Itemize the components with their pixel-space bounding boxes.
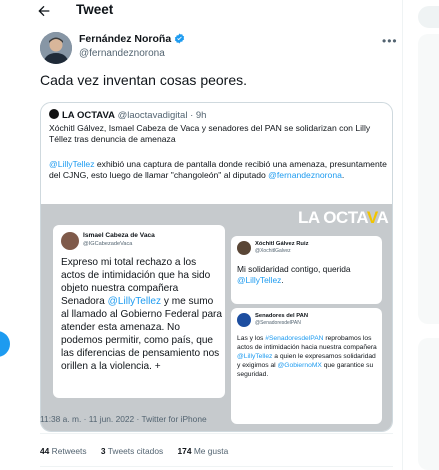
- stat-label: Tweets citados: [107, 446, 164, 456]
- stat-quotes[interactable]: 3 Tweets citados: [101, 446, 163, 456]
- card-author-name: Ismael Cabeza de Vaca: [83, 232, 155, 239]
- card-author-handle: @IGCabezadeVaca: [83, 241, 133, 247]
- quoted-text: Xóchitl Gálvez, Ismael Cabeza de Vaca y …: [49, 123, 371, 145]
- author-handle[interactable]: @fernandeznorona: [79, 48, 165, 59]
- card-mention: @GobiernoMX: [277, 361, 322, 369]
- compose-button[interactable]: [0, 331, 10, 357]
- verified-badge-icon: [175, 33, 185, 44]
- sidebar-panel: F: [418, 34, 439, 324]
- divider: [40, 433, 393, 434]
- screenshot-card-senadores: Senadores del PAN @SenadoresdelPAN Las y…: [231, 308, 382, 424]
- author-avatar[interactable]: [40, 32, 72, 64]
- more-options-icon[interactable]: •••: [382, 34, 398, 48]
- author-name[interactable]: Fernández Noroña: [79, 33, 185, 45]
- quoted-image[interactable]: LA OCTAVA Ismael Cabeza de Vaca @IGCabez…: [41, 204, 392, 431]
- logo-part: LA OCTA: [298, 208, 367, 227]
- card-author-handle: @XochitlGalvez: [255, 248, 291, 254]
- divider: [40, 466, 393, 467]
- stat-count: 44: [40, 446, 50, 456]
- screenshot-card-xochitl: Xóchitl Gálvez Ruiz @XochitlGalvez Mi so…: [231, 236, 382, 304]
- card-author-name: Senadores del PAN: [255, 313, 309, 319]
- card-author-name: Xóchitl Gálvez Ruiz: [255, 241, 309, 247]
- card-avatar: [237, 241, 251, 255]
- la-octava-logo: LA OCTAVA: [298, 208, 389, 228]
- tweet-text: Cada vez inventan cosas peores.: [40, 72, 248, 88]
- quoted-text-2: @LillyTellez exhibió una captura de pant…: [49, 159, 389, 182]
- card-mention: @LillyTellez: [237, 275, 282, 285]
- card-text: Expreso mi total rechazo a los actos de …: [61, 256, 223, 373]
- card-text: Mi solidaridad contigo, querida @LillyTe…: [237, 264, 379, 286]
- search-box[interactable]: [418, 6, 439, 28]
- mention-link[interactable]: @LillyTellez: [49, 159, 95, 169]
- stat-count: 174: [177, 446, 192, 456]
- stat-retweets[interactable]: 44 Retweets: [40, 446, 87, 456]
- tweet-column: Tweet Fernández Noroña @fernandeznorona …: [0, 0, 403, 470]
- quoted-author-name: LA OCTAVA: [62, 110, 115, 121]
- stat-label: Retweets: [51, 446, 87, 456]
- card-text-part: Las y los: [237, 335, 266, 342]
- card-text-part: y me sumo al llamado al Gobierno Federal…: [61, 296, 223, 372]
- right-sidebar: F C L y T T H: [404, 0, 439, 470]
- card-text: Las y los #SenadoresdelPAN reprobamos lo…: [237, 335, 379, 380]
- card-mention: @LillyTellez: [107, 296, 162, 307]
- tweet-stats: 44 Retweets 3 Tweets citados 174 Me gust…: [40, 446, 240, 456]
- screenshot-card-cabeza: Ismael Cabeza de Vaca @IGCabezadeVaca Ex…: [53, 225, 225, 398]
- author-name-text[interactable]: Fernández Noroña: [79, 33, 171, 45]
- stat-label: Me gusta: [193, 446, 229, 456]
- quoted-author-handle: @laoctavadigital · 9h: [117, 110, 207, 121]
- logo-part: A: [376, 208, 389, 227]
- card-avatar: [237, 313, 251, 327]
- back-arrow-icon[interactable]: [36, 3, 52, 19]
- card-text-part: .: [281, 275, 284, 285]
- quoted-text-2-end: .: [341, 170, 345, 181]
- quoted-avatar: [49, 109, 59, 119]
- stat-count: 3: [100, 446, 106, 456]
- mention-link[interactable]: @fernandeznorona: [268, 170, 342, 180]
- tweet-timestamp[interactable]: 11:38 a. m. · 11 jun. 2022 · Twitter for…: [40, 414, 207, 424]
- card-text-part: Mi solidaridad contigo, querida: [237, 264, 351, 274]
- card-avatar: [61, 232, 79, 250]
- avatar-photo: [40, 32, 72, 64]
- card-hashtag: #SenadoresdelPAN: [265, 335, 324, 342]
- card-mention: @LillyTellez: [237, 352, 273, 360]
- quoted-tweet[interactable]: LA OCTAVA @laoctavadigital · 9h Xóchitl …: [40, 102, 393, 432]
- top-bar: Tweet: [0, 0, 403, 26]
- quoted-tweet-header: LA OCTAVA @laoctavadigital · 9h: [49, 109, 206, 121]
- page-title: Tweet: [76, 2, 114, 17]
- sidebar-panel: C L y T T H: [418, 338, 439, 470]
- stat-likes[interactable]: 174 Me gusta: [178, 446, 229, 456]
- card-author-handle: @SenadoresdelPAN: [255, 320, 301, 326]
